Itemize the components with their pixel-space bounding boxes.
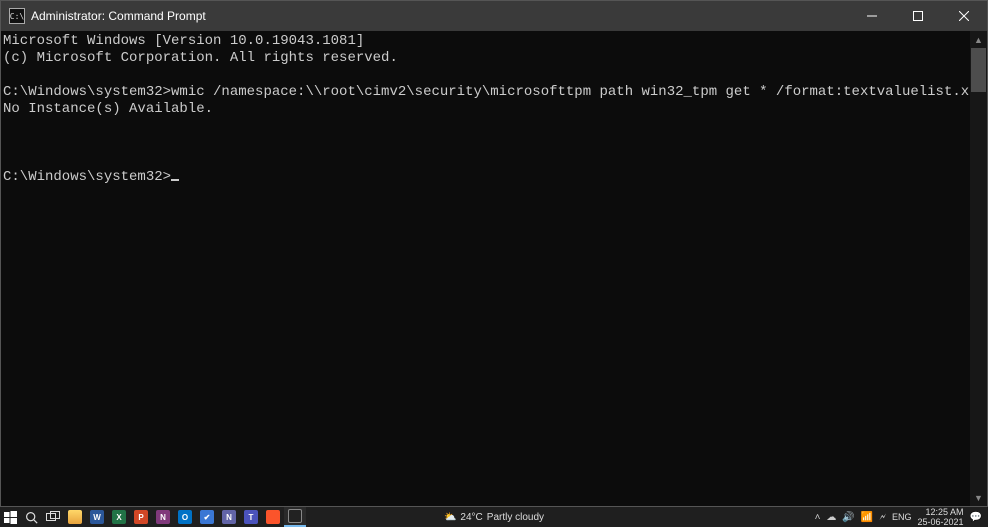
search-button[interactable] (21, 507, 42, 527)
onenote-button[interactable]: N (152, 507, 174, 527)
battery-tray-icon[interactable]: 🗲 (879, 512, 886, 523)
excel-button[interactable]: X (108, 507, 130, 527)
language-indicator[interactable]: ENG (892, 512, 912, 522)
vertical-scrollbar[interactable]: ▲ ▼ (970, 31, 987, 506)
terminal-output[interactable]: Microsoft Windows [Version 10.0.19043.10… (1, 31, 970, 506)
scroll-down-arrow[interactable]: ▼ (970, 489, 987, 506)
notes-button[interactable]: N (218, 507, 240, 527)
weather-temp: 24°C (460, 512, 482, 523)
cmd-taskbar-button[interactable] (284, 507, 306, 527)
todo-button[interactable]: ✔ (196, 507, 218, 527)
task-view-button[interactable] (42, 507, 64, 527)
network-tray-icon[interactable]: 📶 (861, 512, 873, 523)
weather-icon: ⛅ (444, 512, 456, 523)
clock-time: 12:25 AM (918, 507, 964, 517)
volume-tray-icon[interactable]: 🔊 (842, 512, 854, 523)
clock[interactable]: 12:25 AM 25-06-2021 (918, 507, 964, 527)
cmd-icon: C:\ (9, 8, 25, 24)
notifications-button[interactable]: 💬 (970, 512, 982, 523)
onedrive-tray-icon[interactable]: ☁ (826, 512, 836, 523)
outlook-button[interactable]: O (174, 507, 196, 527)
clock-date: 25-06-2021 (918, 517, 964, 527)
file-explorer-button[interactable] (64, 507, 86, 527)
window-title: Administrator: Command Prompt (31, 9, 206, 23)
text-cursor (171, 179, 179, 181)
start-button[interactable] (0, 507, 21, 527)
powerpoint-button[interactable]: P (130, 507, 152, 527)
scroll-up-arrow[interactable]: ▲ (970, 31, 987, 48)
tray-chevron-up-icon[interactable]: ˄ (815, 512, 821, 523)
scroll-thumb[interactable] (971, 48, 986, 92)
command-prompt-window: C:\ Administrator: Command Prompt Micros… (0, 0, 988, 507)
minimize-button[interactable] (849, 1, 895, 31)
close-button[interactable] (941, 1, 987, 31)
teams-button[interactable]: T (240, 507, 262, 527)
maximize-button[interactable] (895, 1, 941, 31)
weather-widget[interactable]: ⛅ 24°C Partly cloudy (444, 512, 544, 523)
taskbar: W X P N O ✔ N T ⛅ 24°C Partly cloudy ˄ ☁… (0, 507, 988, 527)
word-button[interactable]: W (86, 507, 108, 527)
brave-button[interactable] (262, 507, 284, 527)
weather-desc: Partly cloudy (487, 512, 544, 523)
titlebar[interactable]: C:\ Administrator: Command Prompt (1, 1, 987, 31)
